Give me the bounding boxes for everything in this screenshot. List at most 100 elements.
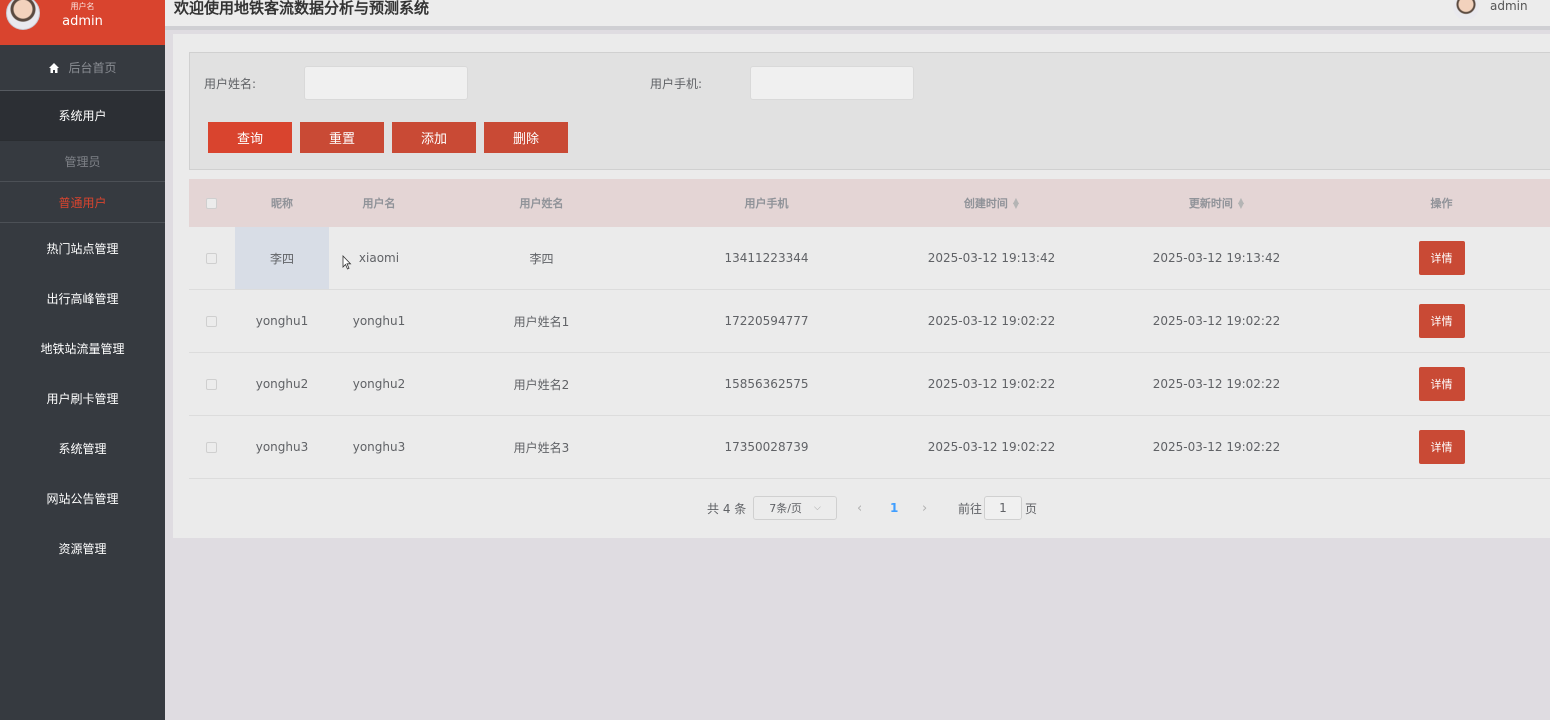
sidebar: 用户名 admin 后台首页 系统用户 管理员 普通用户 热门站点管理 出行高峰… — [0, 0, 165, 720]
cell-updated: 2025-03-12 19:02:22 — [1152, 377, 1281, 391]
sidebar-item-label: 热门站点管理 — [46, 241, 119, 256]
col-updated-label: 更新时间 — [1188, 197, 1233, 210]
cell-realname: 用户姓名3 — [513, 440, 570, 455]
add-button[interactable]: 添加 — [392, 122, 476, 153]
table-row: yonghu1 yonghu1 用户姓名1 17220594777 2025-0… — [189, 290, 1550, 353]
cell-created: 2025-03-12 19:02:22 — [927, 440, 1056, 454]
prev-page-icon[interactable]: ‹ — [857, 496, 862, 520]
users-table: 昵称 用户名 用户姓名 用户手机 创建时间 ▲ ▼ 更新时间 ▲ ▼ 操作 李四 xia… — [189, 179, 1550, 479]
cell-updated: 2025-03-12 19:02:22 — [1152, 440, 1281, 454]
cell-username: yonghu1 — [352, 314, 406, 328]
sidebar-item-label: 资源管理 — [58, 541, 107, 556]
cell-created: 2025-03-12 19:02:22 — [927, 377, 1056, 391]
page-number-current[interactable]: 1 — [890, 496, 898, 520]
table-header: 昵称 用户名 用户姓名 用户手机 创建时间 ▲ ▼ 更新时间 ▲ ▼ 操作 — [189, 179, 1550, 227]
row-checkbox[interactable] — [205, 315, 217, 327]
row-select-cell — [189, 227, 233, 289]
cell-updated: 2025-03-12 19:13:42 — [1152, 251, 1281, 265]
sort-icon[interactable]: ▲ ▼ — [1013, 197, 1019, 210]
row-checkbox[interactable] — [205, 252, 217, 264]
main-panel: 用户姓名: 用户手机: 查询 重置 添加 删除 昵称 用户名 用户姓名 用户手机… — [173, 34, 1550, 538]
page-size-value: 7条/页 — [769, 502, 802, 515]
sidebar-item-label: 网站公告管理 — [46, 491, 119, 506]
row-select-cell — [189, 290, 233, 352]
header-username[interactable]: admin — [1490, 0, 1528, 13]
goto-label: 前往 — [958, 501, 983, 516]
table-row: yonghu2 yonghu2 用户姓名2 15856362575 2025-0… — [189, 353, 1550, 416]
row-checkbox[interactable] — [205, 441, 217, 453]
detail-button[interactable]: 详情 — [1418, 430, 1465, 464]
cell-realname: 用户姓名1 — [513, 314, 570, 329]
page-suffix: 页 — [1025, 501, 1038, 516]
pagination-total: 共 4 条 — [707, 501, 747, 516]
sidebar-item-card-swipes[interactable]: 用户刷卡管理 — [0, 373, 165, 423]
col-nickname: 昵称 — [271, 197, 293, 210]
sidebar-item-system[interactable]: 系统管理 — [0, 423, 165, 473]
name-field-label: 用户姓名: — [204, 77, 257, 91]
cell-nickname: yonghu2 — [255, 377, 309, 391]
cell-nickname: yonghu3 — [255, 440, 309, 454]
sidebar-item-label: 普通用户 — [58, 195, 107, 210]
select-all-checkbox[interactable] — [205, 197, 217, 209]
cell-phone: 17220594777 — [724, 314, 809, 328]
row-checkbox[interactable] — [205, 378, 217, 390]
delete-button[interactable]: 删除 — [484, 122, 568, 153]
row-select-cell — [189, 353, 233, 415]
sidebar-item-home[interactable]: 后台首页 — [0, 45, 165, 91]
sidebar-item-label: 地铁站流量管理 — [40, 341, 125, 356]
col-phone: 用户手机 — [744, 197, 789, 210]
chevron-down-icon: ⌵ — [813, 503, 821, 513]
user-label: 用户名 — [70, 2, 95, 11]
sidebar-user-box: 用户名 admin — [0, 0, 165, 45]
sidebar-item-home-label: 后台首页 — [68, 61, 117, 75]
sidebar-group-label: 系统用户 — [58, 109, 107, 123]
cell-created: 2025-03-12 19:13:42 — [927, 251, 1056, 265]
header-avatar[interactable] — [1453, 0, 1479, 20]
cell-phone: 15856362575 — [724, 377, 809, 391]
cell-realname: 用户姓名2 — [513, 377, 570, 392]
next-page-icon[interactable]: › — [922, 496, 927, 520]
search-form: 用户姓名: 用户手机: 查询 重置 添加 删除 — [189, 52, 1550, 170]
detail-button[interactable]: 详情 — [1418, 304, 1465, 338]
col-created-label: 创建时间 — [963, 197, 1008, 210]
col-realname: 用户姓名 — [519, 197, 564, 210]
cell-realname: 李四 — [529, 251, 554, 266]
detail-button[interactable]: 详情 — [1418, 241, 1465, 275]
sidebar-item-label: 出行高峰管理 — [46, 291, 119, 306]
page-size-select[interactable]: 7条/页 ⌵ — [753, 496, 837, 520]
sidebar-group-system-users[interactable]: 系统用户 — [0, 91, 165, 141]
cell-actions: 详情 — [1329, 416, 1550, 478]
cell-username: yonghu2 — [352, 377, 406, 391]
sidebar-item-announcements[interactable]: 网站公告管理 — [0, 473, 165, 523]
cell-updated: 2025-03-12 19:02:22 — [1152, 314, 1281, 328]
col-created[interactable]: 创建时间 ▲ ▼ — [879, 179, 1104, 227]
sidebar-item-regular-users[interactable]: 普通用户 — [0, 182, 165, 223]
reset-button[interactable]: 重置 — [300, 122, 384, 153]
table-row: 李四 xiaomi 李四 13411223344 2025-03-12 19:1… — [189, 227, 1550, 290]
cell-actions: 详情 — [1329, 227, 1550, 289]
select-all-cell — [189, 179, 233, 227]
sidebar-item-hot-stations[interactable]: 热门站点管理 — [0, 223, 165, 273]
page-title: 欢迎使用地铁客流数据分析与预测系统 — [174, 0, 430, 17]
phone-field[interactable] — [750, 66, 914, 100]
sidebar-item-label: 用户刷卡管理 — [46, 391, 119, 406]
pagination: 共 4 条 7条/页 ⌵ ‹ 1 › 前往 1 页 — [173, 496, 1550, 520]
cell-phone: 13411223344 — [724, 251, 809, 265]
cell-created: 2025-03-12 19:02:22 — [927, 314, 1056, 328]
sidebar-item-peak-travel[interactable]: 出行高峰管理 — [0, 273, 165, 323]
name-field[interactable] — [304, 66, 468, 100]
sidebar-item-station-flow[interactable]: 地铁站流量管理 — [0, 323, 165, 373]
query-button[interactable]: 查询 — [208, 122, 292, 153]
cell-nickname: 李四 — [235, 227, 329, 289]
goto-page-input[interactable]: 1 — [984, 496, 1022, 520]
col-updated[interactable]: 更新时间 ▲ ▼ — [1104, 179, 1329, 227]
phone-field-label: 用户手机: — [650, 77, 703, 91]
sort-icon[interactable]: ▲ ▼ — [1238, 197, 1244, 210]
detail-button[interactable]: 详情 — [1418, 367, 1465, 401]
col-actions: 操作 — [1430, 197, 1453, 210]
user-name: admin — [62, 14, 103, 29]
sidebar-item-resources[interactable]: 资源管理 — [0, 523, 165, 573]
sidebar-item-label: 系统管理 — [58, 441, 107, 456]
mouse-cursor-icon — [342, 255, 352, 270]
sidebar-item-admins[interactable]: 管理员 — [0, 141, 165, 182]
